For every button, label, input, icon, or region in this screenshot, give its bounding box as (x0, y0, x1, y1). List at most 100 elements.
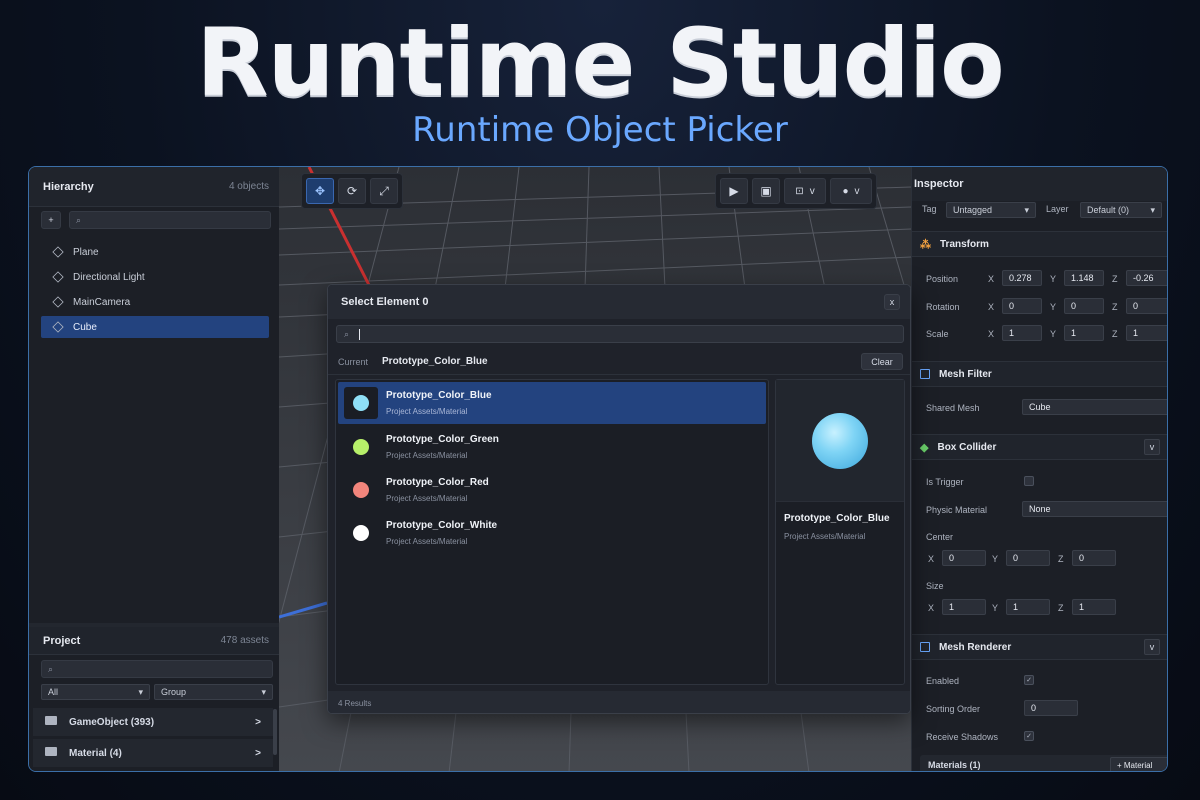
group-value: Group (161, 687, 187, 697)
inspector-header: Inspector (912, 167, 1167, 201)
is-trigger-checkbox[interactable] (1024, 476, 1034, 486)
group-select[interactable]: Group ▾ (154, 684, 273, 700)
preview-name: Prototype_Color_Blue (784, 513, 890, 524)
folder-label: GameObject (393) (69, 717, 155, 728)
scale-y-field[interactable]: 1 (1064, 325, 1104, 341)
chevron-right-icon: > (255, 716, 261, 728)
project-header: Project 478 assets (29, 627, 279, 655)
hierarchy-item-label: MainCamera (73, 296, 131, 308)
scale-x-field[interactable]: 1 (1002, 325, 1042, 341)
asset-filter-select[interactable]: All ▾ (41, 684, 151, 700)
shading-chevron: v (854, 185, 860, 197)
clear-button[interactable]: Clear (861, 353, 903, 370)
scale-tool-button[interactable]: ⤢ (370, 178, 398, 204)
axis-x-label: X (928, 603, 935, 613)
mesh-renderer-collapse-button[interactable]: v (1144, 639, 1160, 655)
is-trigger-label: Is Trigger (926, 477, 964, 487)
hierarchy-panel: Hierarchy 4 objects + ⌕ Plane Directiona… (29, 167, 279, 623)
save-scene-button[interactable]: ▣ (752, 178, 780, 204)
materials-row: Materials (1) + Material (920, 755, 1167, 771)
add-material-button[interactable]: + Material (1110, 757, 1167, 771)
hierarchy-item-label: Directional Light (73, 271, 145, 283)
move-tool-button[interactable]: ✥ (306, 178, 334, 204)
hierarchy-header: Hierarchy 4 objects (29, 167, 279, 207)
chevron-down-icon: ▾ (261, 686, 266, 697)
list-item[interactable]: Prototype_Color_Blue Project Assets/Mate… (338, 382, 766, 424)
hierarchy-search-input[interactable]: ⌕ (69, 211, 271, 229)
play-icon: ▶ (729, 184, 739, 198)
folder-gameobject[interactable]: GameObject (393) > (33, 708, 273, 736)
center-y-field[interactable]: 0 (1006, 550, 1050, 566)
project-search-input[interactable]: ⌕ (41, 660, 273, 678)
picker-search-input[interactable]: ⌕ (336, 325, 904, 343)
add-object-button[interactable]: + (41, 211, 61, 229)
axis-x-label: X (988, 329, 995, 339)
chevron-down-icon: ▾ (1024, 204, 1029, 215)
check-icon: ✓ (1026, 677, 1032, 684)
cube-icon: ◆ (920, 441, 929, 454)
size-y-field[interactable]: 1 (1006, 599, 1050, 615)
position-z-field[interactable]: -0.26 (1126, 270, 1167, 286)
mesh-filter-header[interactable]: Mesh Filter (912, 361, 1167, 387)
receive-shadows-checkbox[interactable]: ✓ (1024, 731, 1034, 741)
hierarchy-item-main-camera[interactable]: MainCamera (41, 291, 269, 313)
mesh-renderer-title: Mesh Renderer (939, 641, 1012, 653)
size-x-field[interactable]: 1 (942, 599, 986, 615)
physic-material-field[interactable]: None (1022, 501, 1167, 517)
position-x-field[interactable]: 0.278 (1002, 270, 1042, 286)
rotation-x-field[interactable]: 0 (1002, 298, 1042, 314)
play-button[interactable]: ▶ (720, 178, 748, 204)
item-path: Project Assets/Material (386, 451, 468, 460)
tag-value: Untagged (953, 205, 993, 215)
text-caret (359, 328, 361, 340)
playback-tools: ▶ ▣ ⊡ v ● v (715, 173, 877, 209)
search-icon: ⌕ (344, 328, 350, 339)
grid-icon (920, 642, 930, 652)
project-scrollbar[interactable] (273, 709, 277, 755)
center-x-field[interactable]: 0 (942, 550, 986, 566)
box-collider-header[interactable]: ◆ Box Collider (912, 434, 1167, 460)
rotation-z-field[interactable]: 0 (1126, 298, 1167, 314)
center-z-field[interactable]: 0 (1072, 550, 1116, 566)
shading-menu-button[interactable]: ● v (830, 178, 872, 204)
scale-z-field[interactable]: 1 (1126, 325, 1167, 341)
sphere-preview-icon (812, 412, 868, 469)
project-title: Project (43, 634, 81, 647)
hierarchy-item-plane[interactable]: Plane (41, 241, 269, 263)
mesh-renderer-header[interactable]: Mesh Renderer (912, 634, 1167, 660)
layer-select[interactable]: Default (0) ▾ (1080, 202, 1162, 218)
box-collider-collapse-button[interactable]: v (1144, 439, 1160, 455)
transform-icon: ⁂ (920, 238, 931, 251)
dialog-title: Select Element 0 (341, 296, 429, 308)
rotation-y-field[interactable]: 0 (1064, 298, 1104, 314)
project-panel: Project 478 assets ⌕ All ▾ Group ▾ GameO… (29, 627, 279, 771)
shared-mesh-field[interactable]: Cube (1022, 399, 1167, 415)
center-label: Center (926, 532, 954, 542)
enabled-checkbox[interactable]: ✓ (1024, 675, 1034, 685)
list-item[interactable]: Prototype_Color_White Project Assets/Mat… (338, 512, 766, 554)
size-z-field[interactable]: 1 (1072, 599, 1116, 615)
hierarchy-item-directional-light[interactable]: Directional Light (41, 266, 269, 288)
tag-select[interactable]: Untagged ▾ (946, 202, 1036, 218)
rotate-tool-button[interactable]: ⟳ (338, 178, 366, 204)
sorting-order-field[interactable]: 0 (1024, 700, 1078, 716)
position-y-field[interactable]: 1.148 (1064, 270, 1104, 286)
tag-label: Tag (922, 204, 937, 214)
search-icon: ⌕ (48, 663, 54, 674)
scale-label: Scale (926, 329, 949, 339)
folder-material[interactable]: Material (4) > (33, 739, 273, 767)
camera-menu-button[interactable]: ⊡ v (784, 178, 826, 204)
editor-window: ✥ ⟳ ⤢ ▶ ▣ ⊡ v ● v Hierarchy 4 objects + … (28, 166, 1168, 772)
asset-filter-value: All (48, 687, 59, 697)
physic-material-label: Physic Material (926, 505, 988, 515)
sphere-icon (353, 482, 369, 498)
camera-chevron: v (809, 185, 815, 197)
list-item[interactable]: Prototype_Color_Green Project Assets/Mat… (338, 426, 766, 468)
close-button[interactable]: x (884, 294, 900, 310)
sphere-icon (353, 395, 369, 411)
hierarchy-count: 4 objects (228, 181, 269, 192)
axis-x-label: X (988, 302, 995, 312)
list-item[interactable]: Prototype_Color_Red Project Assets/Mater… (338, 469, 766, 511)
transform-header[interactable]: ⁂ Transform (912, 231, 1167, 257)
hierarchy-item-cube[interactable]: Cube (41, 316, 269, 338)
